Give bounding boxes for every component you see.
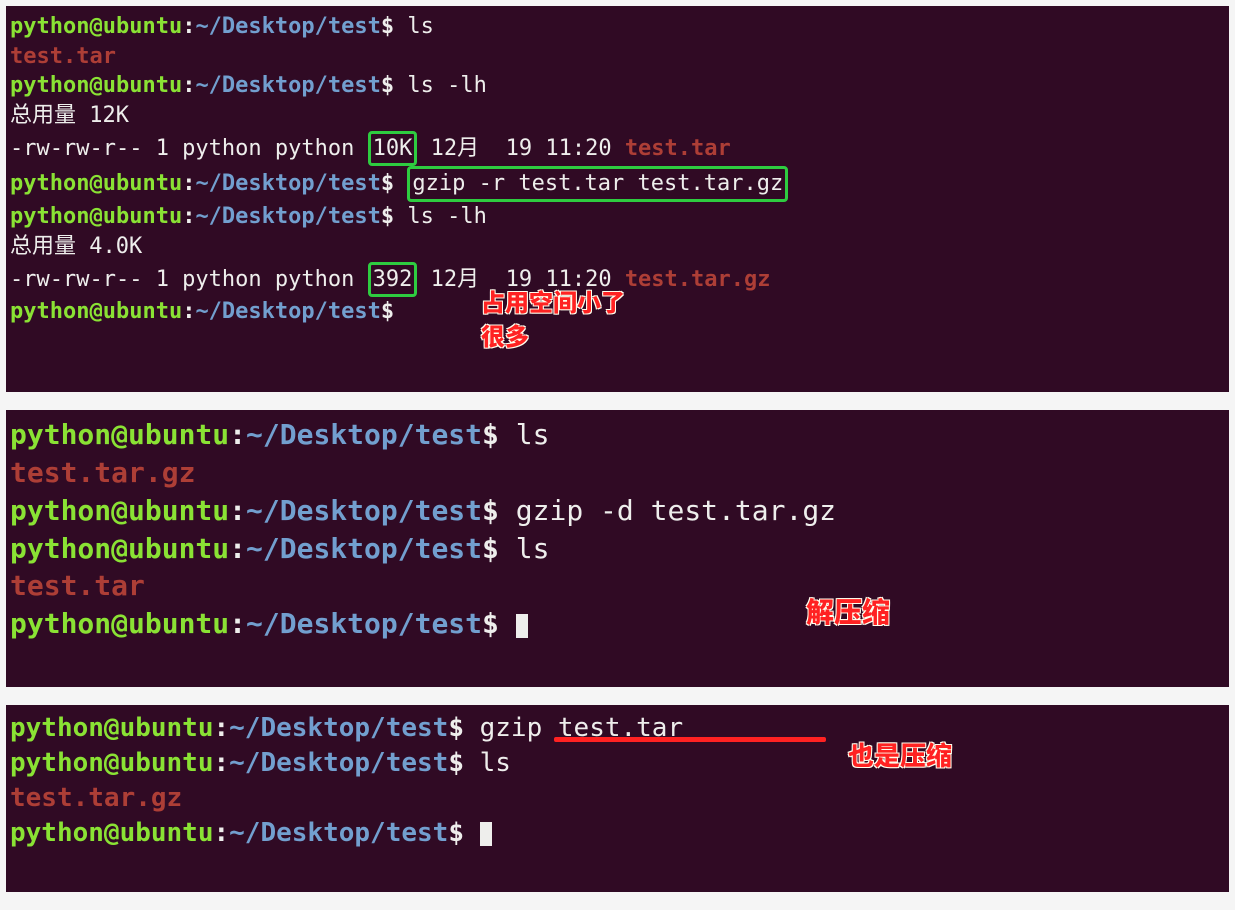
prompt-dollar: $ bbox=[381, 14, 394, 39]
prompt-path: ~/Desktop/test bbox=[195, 299, 380, 324]
command-text: ls -lh bbox=[407, 204, 486, 229]
output-total: 总用量 4.0K bbox=[10, 232, 1225, 262]
prompt-user: python@ubuntu bbox=[10, 171, 182, 196]
output-line: test.tar bbox=[10, 567, 1225, 605]
output-line: test.tar.gz bbox=[10, 454, 1225, 492]
prompt-user: python@ubuntu bbox=[10, 532, 229, 565]
command-text: ls bbox=[516, 418, 550, 451]
prompt-line: python@ubuntu:~/Desktop/test$ gzip -d te… bbox=[10, 492, 1225, 530]
prompt-line: python@ubuntu:~/Desktop/test$ bbox=[10, 816, 1225, 851]
output-listing: -rw-rw-r-- 1 python python 10K 12月 19 11… bbox=[10, 131, 1225, 167]
file-archive: test.tar bbox=[10, 569, 145, 602]
prompt-user: python@ubuntu bbox=[10, 818, 214, 848]
file-date: 12月 19 11:20 bbox=[417, 136, 624, 161]
file-perms: -rw-rw-r-- 1 python python bbox=[10, 267, 368, 292]
command-text: gzip -d test.tar.gz bbox=[516, 494, 836, 527]
prompt-path: ~/Desktop/test bbox=[246, 418, 482, 451]
blank-line bbox=[10, 643, 1225, 681]
prompt-path: ~/Desktop/test bbox=[229, 818, 448, 848]
blank-line bbox=[10, 357, 1225, 387]
prompt-path: ~/Desktop/test bbox=[246, 532, 482, 565]
output-line: test.tar bbox=[10, 42, 1225, 72]
prompt-path: ~/Desktop/test bbox=[195, 204, 380, 229]
prompt-path: ~/Desktop/test bbox=[246, 494, 482, 527]
prompt-user: python@ubuntu bbox=[10, 14, 182, 39]
prompt-user: python@ubuntu bbox=[10, 713, 214, 743]
prompt-user: python@ubuntu bbox=[10, 418, 229, 451]
annotation-note: 解压缩 bbox=[806, 592, 890, 631]
prompt-line: python@ubuntu:~/Desktop/test$ ls -lh bbox=[10, 71, 1225, 101]
prompt-user: python@ubuntu bbox=[10, 204, 182, 229]
command-text: ls -lh bbox=[407, 73, 486, 98]
file-archive: test.tar.gz bbox=[625, 267, 771, 292]
output-total: 总用量 12K bbox=[10, 101, 1225, 131]
prompt-line: python@ubuntu:~/Desktop/test$ ls bbox=[10, 416, 1225, 454]
prompt-path: ~/Desktop/test bbox=[229, 713, 448, 743]
blank-line bbox=[10, 851, 1225, 886]
prompt-path: ~/Desktop/test bbox=[195, 14, 380, 39]
cursor-icon bbox=[480, 822, 492, 846]
highlight-size: 10K bbox=[368, 131, 418, 167]
prompt-line: python@ubuntu:~/Desktop/test$ ls bbox=[10, 12, 1225, 42]
file-archive: test.tar.gz bbox=[10, 783, 182, 813]
prompt-path: ~/Desktop/test bbox=[246, 607, 482, 640]
file-archive: test.tar bbox=[625, 136, 731, 161]
prompt-user: python@ubuntu bbox=[10, 494, 229, 527]
prompt-path: ~/Desktop/test bbox=[195, 73, 380, 98]
prompt-user: python@ubuntu bbox=[10, 73, 182, 98]
prompt-line: python@ubuntu:~/Desktop/test$ gzip -r te… bbox=[10, 166, 1225, 202]
command-text: ls bbox=[516, 532, 550, 565]
terminal-panel-2: python@ubuntu:~/Desktop/test$ ls test.ta… bbox=[6, 410, 1229, 687]
highlight-command: gzip -r test.tar test.tar.gz bbox=[407, 166, 788, 202]
prompt-line: python@ubuntu:~/Desktop/test$ ls bbox=[10, 530, 1225, 568]
file-archive: test.tar.gz bbox=[10, 456, 195, 489]
file-perms: -rw-rw-r-- 1 python python bbox=[10, 136, 368, 161]
terminal-panel-1: python@ubuntu:~/Desktop/test$ ls test.ta… bbox=[6, 6, 1229, 392]
prompt-line: python@ubuntu:~/Desktop/test$ ls -lh bbox=[10, 202, 1225, 232]
highlight-size: 392 bbox=[368, 262, 418, 298]
prompt-user: python@ubuntu bbox=[10, 607, 229, 640]
prompt-user: python@ubuntu bbox=[10, 748, 214, 778]
file-archive: test.tar bbox=[10, 44, 116, 69]
prompt-path: ~/Desktop/test bbox=[229, 748, 448, 778]
prompt-user: python@ubuntu bbox=[10, 299, 182, 324]
prompt-line: python@ubuntu:~/Desktop/test$ bbox=[10, 605, 1225, 643]
annotation-note: 占用空间小了 很多 bbox=[481, 284, 625, 351]
cursor-icon bbox=[516, 614, 528, 638]
command-text: ls bbox=[407, 14, 434, 39]
prompt-colon: : bbox=[182, 14, 195, 39]
prompt-path: ~/Desktop/test bbox=[195, 171, 380, 196]
output-line: test.tar.gz bbox=[10, 781, 1225, 816]
annotation-underline bbox=[554, 737, 826, 742]
annotation-note: 也是压缩 bbox=[848, 737, 952, 773]
command-text: ls bbox=[480, 748, 511, 778]
prompt-line: python@ubuntu:~/Desktop/test$ ls bbox=[10, 746, 1225, 781]
terminal-panel-3: python@ubuntu:~/Desktop/test$ gzip test.… bbox=[6, 705, 1229, 892]
